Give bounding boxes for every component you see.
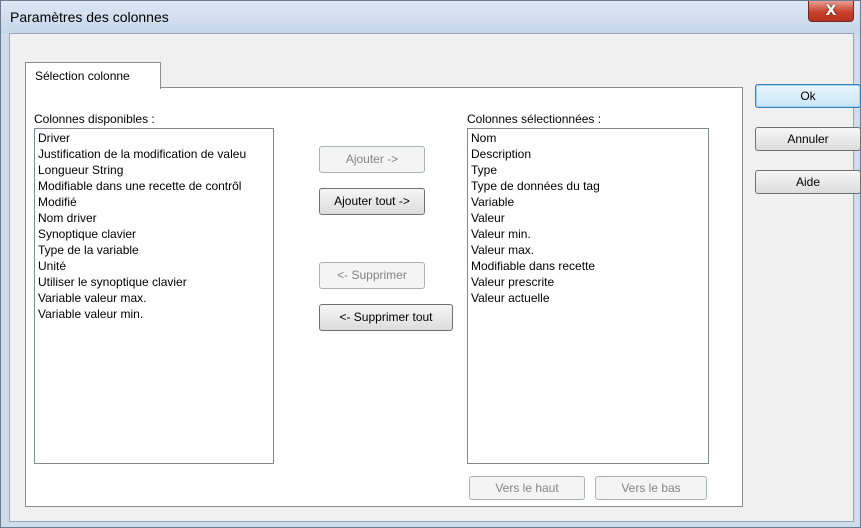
list-item[interactable]: Driver [38, 130, 70, 146]
available-columns-label: Colonnes disponibles : [34, 112, 155, 126]
list-item[interactable]: Valeur max. [471, 242, 534, 258]
list-item[interactable]: Nom [471, 130, 496, 146]
list-item[interactable]: Type de données du tag [471, 178, 600, 194]
list-item[interactable]: Description [471, 146, 531, 162]
tab-panel: Colonnes disponibles : Driver Justificat… [25, 87, 743, 507]
move-down-button[interactable]: Vers le bas [595, 476, 707, 500]
dialog-client-area: Sélection colonne Colonnes disponibles :… [9, 33, 861, 522]
dialog-window: Paramètres des colonnes X Sélection colo… [0, 0, 861, 528]
cancel-button[interactable]: Annuler [755, 127, 861, 151]
available-columns-list[interactable]: Driver Justification de la modification … [34, 128, 274, 464]
list-item[interactable]: Modifié [38, 194, 77, 210]
add-button[interactable]: Ajouter -> [319, 146, 425, 173]
list-item[interactable]: Type de la variable [38, 242, 139, 258]
list-item[interactable]: Variable valeur min. [38, 306, 143, 322]
close-button[interactable]: X [808, 1, 854, 22]
window-title: Paramètres des colonnes [10, 9, 169, 25]
title-bar[interactable]: Paramètres des colonnes X [1, 1, 860, 33]
list-item[interactable]: Synoptique clavier [38, 226, 136, 242]
list-item[interactable]: Type [471, 162, 497, 178]
list-item[interactable]: Valeur actuelle [471, 290, 550, 306]
list-item[interactable]: Utiliser le synoptique clavier [38, 274, 187, 290]
ok-button[interactable]: Ok [755, 84, 861, 108]
selected-columns-list[interactable]: Nom Description Type Type de données du … [467, 128, 709, 464]
list-item[interactable]: Valeur [471, 210, 505, 226]
list-item[interactable]: Unité [38, 258, 66, 274]
remove-button[interactable]: <- Supprimer [319, 262, 425, 289]
tab-selection-colonne[interactable]: Sélection colonne [25, 62, 161, 89]
list-item[interactable]: Valeur prescrite [471, 274, 554, 290]
list-item[interactable]: Variable valeur max. [38, 290, 147, 306]
close-icon: X [825, 3, 837, 19]
list-item[interactable]: Nom driver [38, 210, 97, 226]
add-all-button[interactable]: Ajouter tout -> [319, 188, 425, 215]
list-item[interactable]: Longueur String [38, 162, 123, 178]
list-item[interactable]: Justification de la modification de vale… [38, 146, 246, 162]
list-item[interactable]: Modifiable dans recette [471, 258, 595, 274]
help-button[interactable]: Aide [755, 170, 861, 194]
tab-label: Sélection colonne [35, 69, 130, 83]
list-item[interactable]: Variable [471, 194, 514, 210]
list-item[interactable]: Modifiable dans une recette de contrôl [38, 178, 241, 194]
list-item[interactable]: Valeur min. [471, 226, 531, 242]
remove-all-button[interactable]: <- Supprimer tout [319, 304, 453, 331]
selected-columns-label: Colonnes sélectionnées : [467, 112, 602, 126]
move-up-button[interactable]: Vers le haut [469, 476, 585, 500]
